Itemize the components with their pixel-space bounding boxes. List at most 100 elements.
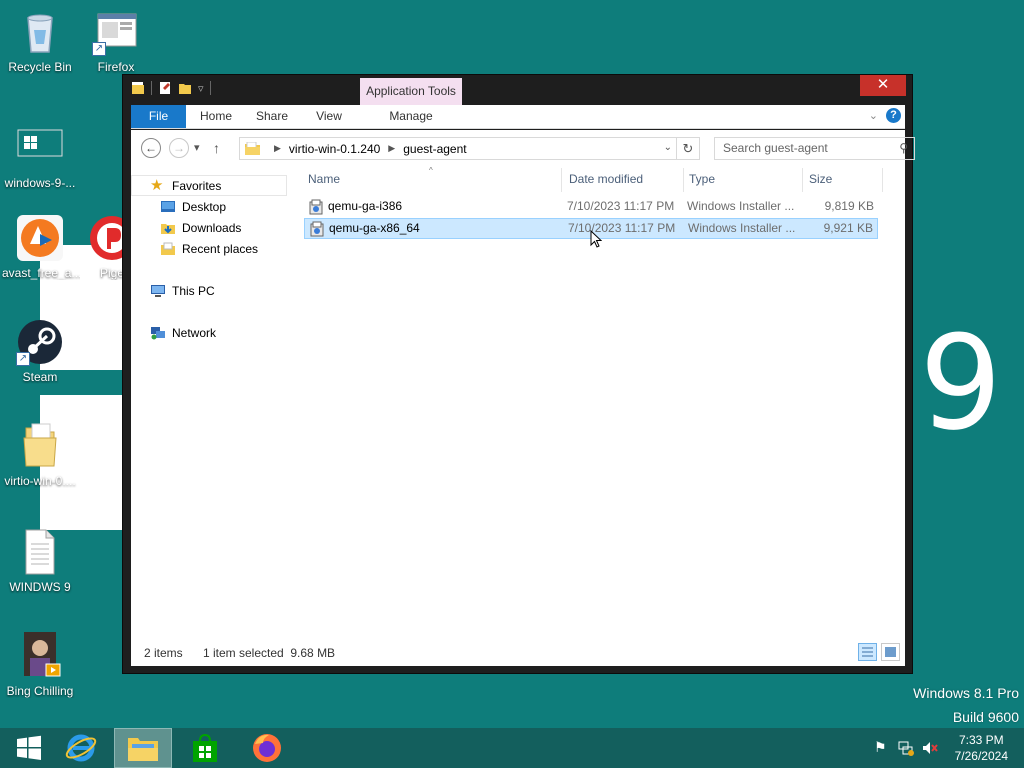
internet-explorer-icon	[65, 734, 97, 762]
desktop-icon-label: Bing Chilling	[6, 684, 74, 698]
back-button[interactable]: ←	[141, 138, 161, 158]
windows-logo-icon	[17, 735, 41, 760]
desktop-icon-bing-chilling[interactable]: Bing Chilling	[0, 632, 80, 698]
file-date: 7/10/2023 11:17 PM	[568, 221, 676, 235]
video-file-icon	[16, 632, 64, 680]
file-date: 7/10/2023 11:17 PM	[567, 199, 675, 213]
file-name: qemu-ga-i386	[328, 199, 403, 213]
notification-area: ⚑	[870, 728, 950, 768]
breadcrumb-virtio[interactable]: virtio-win-0.1.240	[289, 142, 380, 156]
desktop-icon-firefox[interactable]: ↗ Firefox	[76, 8, 156, 74]
tab-view[interactable]: View	[307, 105, 351, 128]
tab-share[interactable]: Share	[249, 105, 295, 128]
desktop-icon-label: virtio-win-0....	[4, 474, 76, 488]
file-size: 9,819 KB	[824, 199, 874, 213]
clock-date: 7/26/2024	[954, 749, 1008, 763]
close-button[interactable]: ✕	[860, 75, 906, 96]
status-item-count: 2 items	[144, 646, 183, 660]
wallpaper-number: 9	[919, 307, 1002, 459]
taskbar-firefox[interactable]	[238, 728, 296, 768]
recent-locations-icon[interactable]: ▾	[194, 138, 200, 158]
folder-icon	[132, 82, 144, 94]
refresh-button[interactable]: ↻	[677, 137, 700, 160]
recycle-bin-icon	[16, 8, 64, 56]
taskbar-store[interactable]	[176, 728, 234, 768]
taskbar-internet-explorer[interactable]	[52, 728, 110, 768]
new-folder-icon[interactable]	[178, 80, 192, 96]
os-watermark-edition: Windows 8.1 Pro	[913, 685, 1019, 701]
divider	[209, 81, 211, 95]
taskbar-clock[interactable]: 7:33 PM 7/26/2024	[955, 732, 1008, 764]
folder-icon	[16, 422, 64, 470]
shortcut-arrow-icon: ↗	[16, 352, 30, 366]
file-type: Windows Installer ...	[688, 221, 796, 235]
shortcut-arrow-icon: ↗	[92, 42, 106, 56]
search-placeholder: Search guest-agent	[723, 141, 828, 155]
firefox-icon	[253, 734, 281, 762]
mouse-cursor-icon	[590, 230, 602, 248]
file-type: Windows Installer ...	[687, 199, 795, 213]
details-view-icon	[862, 647, 873, 657]
desktop-icon-steam[interactable]: ↗ Steam	[0, 318, 80, 384]
desktop-icon-label: windows-9-...	[4, 176, 76, 190]
store-icon	[193, 733, 217, 762]
desktop-icon-virtio-folder[interactable]: virtio-win-0....	[0, 422, 80, 488]
details-view-button[interactable]	[858, 643, 877, 661]
large-icons-view-button[interactable]	[881, 643, 900, 661]
expand-ribbon-icon[interactable]: ⌄	[869, 109, 878, 122]
customize-toolbar-icon[interactable]: ▿	[198, 82, 204, 95]
start-button[interactable]	[0, 728, 58, 768]
desktop-icon-avast[interactable]: avast_free_a...	[0, 214, 80, 280]
file-name: qemu-ga-x86_64	[329, 221, 420, 235]
breadcrumb-guest-agent[interactable]: guest-agent	[403, 142, 466, 156]
tab-manage[interactable]: Manage	[360, 105, 462, 128]
file-row[interactable]: qemu-ga-i386 7/10/2023 11:17 PM Windows …	[304, 197, 878, 218]
help-icon[interactable]: ?	[886, 108, 901, 123]
desktop-icon-windws9[interactable]: WINDWS 9	[0, 528, 80, 594]
properties-icon[interactable]	[158, 80, 172, 96]
desktop-icon-windows9[interactable]: windows-9-...	[0, 124, 80, 190]
title-bar[interactable]: ▿ Application Tools ✕	[123, 75, 912, 106]
status-bar: 2 items 1 item selected 9.68 MB	[130, 637, 900, 667]
taskbar: ⚑ 7:33 PM 7/26/2024	[0, 728, 1024, 768]
file-explorer-icon	[128, 738, 158, 761]
search-input[interactable]: Search guest-agent ⚲	[714, 137, 915, 160]
desktop-icon-label: Recycle Bin	[8, 60, 72, 74]
breadcrumb-separator-icon[interactable]: ▶	[388, 143, 395, 154]
large-icons-view-icon	[885, 647, 896, 657]
desktop-icon-label: Firefox	[97, 60, 135, 74]
windows-image-file-icon	[16, 124, 64, 172]
file-list: qemu-ga-i386 7/10/2023 11:17 PM Windows …	[130, 165, 900, 661]
installer-package-icon	[310, 221, 324, 237]
network-status-icon[interactable]	[898, 740, 914, 756]
file-size: 9,921 KB	[823, 221, 873, 235]
steam-icon: ↗	[16, 318, 64, 366]
firefox-shortcut-icon: ↗	[92, 8, 140, 56]
search-icon[interactable]: ⚲	[899, 138, 908, 159]
clock-time: 7:33 PM	[958, 733, 1004, 747]
installer-package-icon	[309, 199, 323, 215]
taskbar-file-explorer[interactable]	[114, 728, 172, 768]
action-center-flag-icon[interactable]: ⚑	[874, 739, 887, 756]
os-watermark-build: Build 9600	[952, 709, 1019, 725]
desktop-icon-label: avast_free_a...	[2, 266, 80, 280]
tab-home[interactable]: Home	[193, 105, 239, 128]
divider	[151, 81, 152, 95]
address-bar[interactable]: ▶ virtio-win-0.1.240 ▶ guest-agent ⌄	[239, 137, 677, 160]
up-button[interactable]: ↑	[213, 138, 220, 158]
desktop-icon-label: Steam	[22, 370, 58, 384]
avast-installer-icon	[16, 214, 64, 262]
application-tools-context-tab[interactable]: Application Tools	[360, 78, 462, 106]
navigation-bar: ← → ▾ ↑ ▶ virtio-win-0.1.240 ▶ guest-age…	[131, 130, 915, 166]
forward-button[interactable]: →	[169, 138, 189, 158]
text-file-icon	[16, 528, 64, 576]
desktop-icon-label: WINDWS 9	[9, 580, 71, 594]
ribbon-tabs: File Home Share View Manage ⌄ ?	[131, 105, 905, 129]
address-dropdown-icon[interactable]: ⌄	[664, 142, 672, 153]
breadcrumb-separator-icon[interactable]: ▶	[274, 143, 281, 154]
desktop-icon-recycle-bin[interactable]: Recycle Bin	[0, 8, 80, 74]
folder-icon	[245, 142, 260, 155]
tab-file[interactable]: File	[131, 105, 186, 128]
quick-access-toolbar: ▿	[131, 80, 211, 96]
volume-muted-icon[interactable]	[922, 740, 938, 756]
